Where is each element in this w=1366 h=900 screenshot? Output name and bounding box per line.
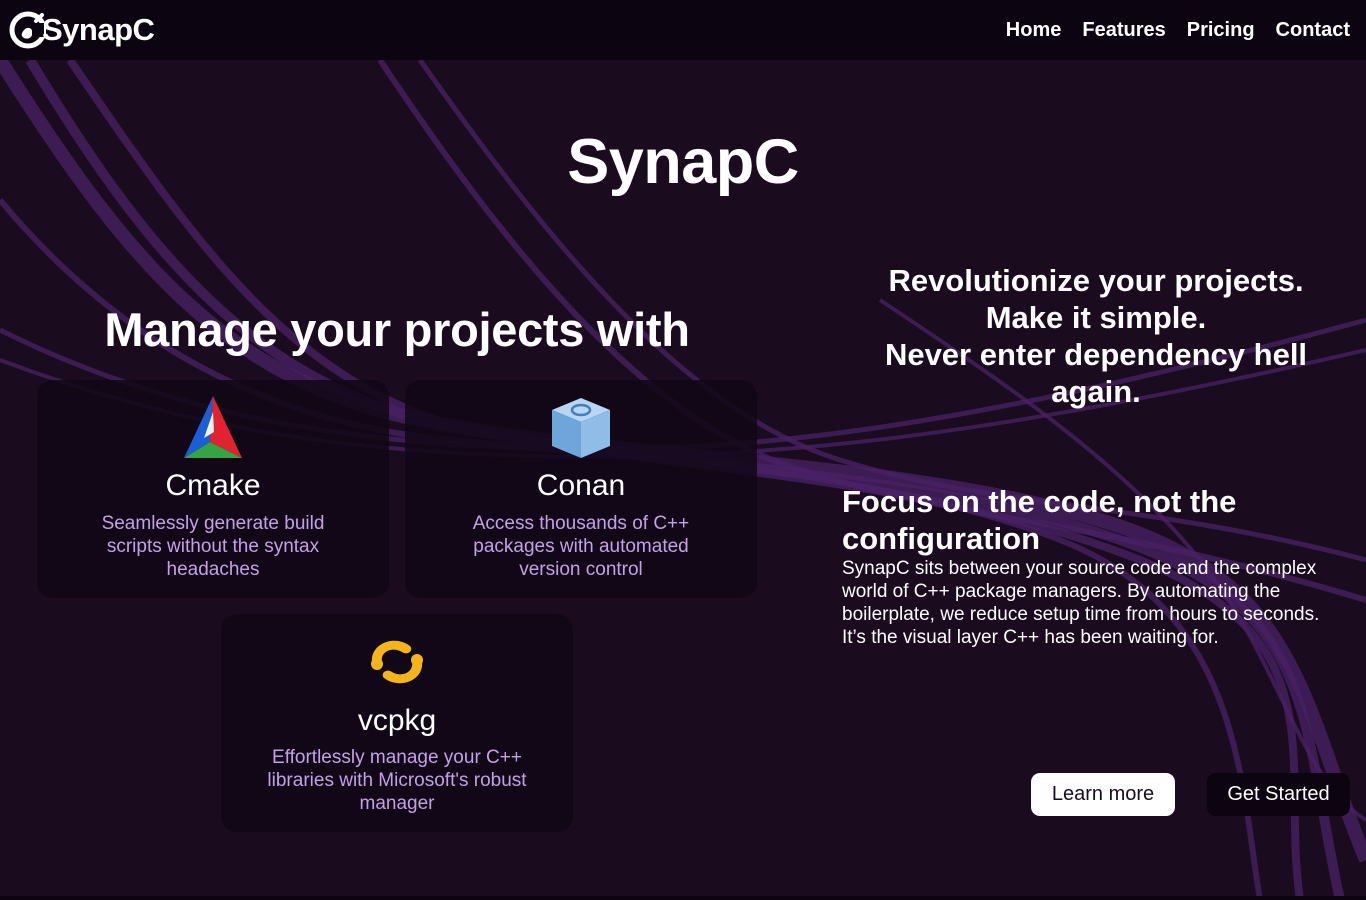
vcpkg-card[interactable]: vcpkg Effortlessly manage your C++ libra… [221, 614, 573, 832]
conan-logo-icon [552, 398, 610, 458]
synapc-logo-icon [9, 11, 46, 49]
cmake-card-title: Cmake [165, 469, 261, 502]
bottom-edge [0, 896, 1366, 900]
cmake-logo-icon [184, 396, 242, 458]
conan-card-title: Conan [536, 469, 626, 502]
learn-more-button[interactable]: Learn more [1031, 773, 1175, 816]
tagline-line-1: Revolutionize your projects. [888, 263, 1304, 298]
tagline: Revolutionize your projects. Make it sim… [856, 262, 1336, 410]
get-started-button[interactable]: Get Started [1207, 773, 1350, 816]
focus-body: SynapC sits between your source code and… [842, 558, 1320, 648]
tagline-line-2: Make it simple. [985, 300, 1207, 335]
nav-features-link[interactable]: Features [1082, 17, 1165, 43]
conan-card[interactable]: Conan Access thousands of C++ packages w… [405, 380, 757, 598]
cmake-card[interactable]: Cmake Seamlessly generate build scripts … [37, 380, 389, 598]
main-nav: Home Features Pricing Contact [1006, 17, 1350, 43]
brand-name: SynapC [42, 12, 155, 47]
vcpkg-card-title: vcpkg [357, 704, 437, 737]
vcpkg-logo-icon [371, 640, 423, 684]
nav-home-link[interactable]: Home [1006, 17, 1062, 43]
brand-home-link[interactable]: SynapC [8, 8, 155, 52]
cmake-card-description: Seamlessly generate build scripts withou… [101, 513, 325, 580]
top-navbar: SynapC Home Features Pricing Contact [0, 0, 1366, 60]
nav-pricing-link[interactable]: Pricing [1187, 17, 1255, 43]
focus-title: Focus on the code, not the configuration [842, 484, 1237, 556]
tagline-line-3: Never enter dependency hell again. [884, 337, 1308, 409]
nav-contact-link[interactable]: Contact [1276, 17, 1350, 43]
vcpkg-card-description: Effortlessly manage your C++ libraries w… [267, 747, 527, 814]
manage-title: Manage your projects with [104, 303, 690, 356]
conan-card-description: Access thousands of C++ packages with au… [472, 513, 690, 580]
hero-title: SynapC [567, 127, 799, 197]
